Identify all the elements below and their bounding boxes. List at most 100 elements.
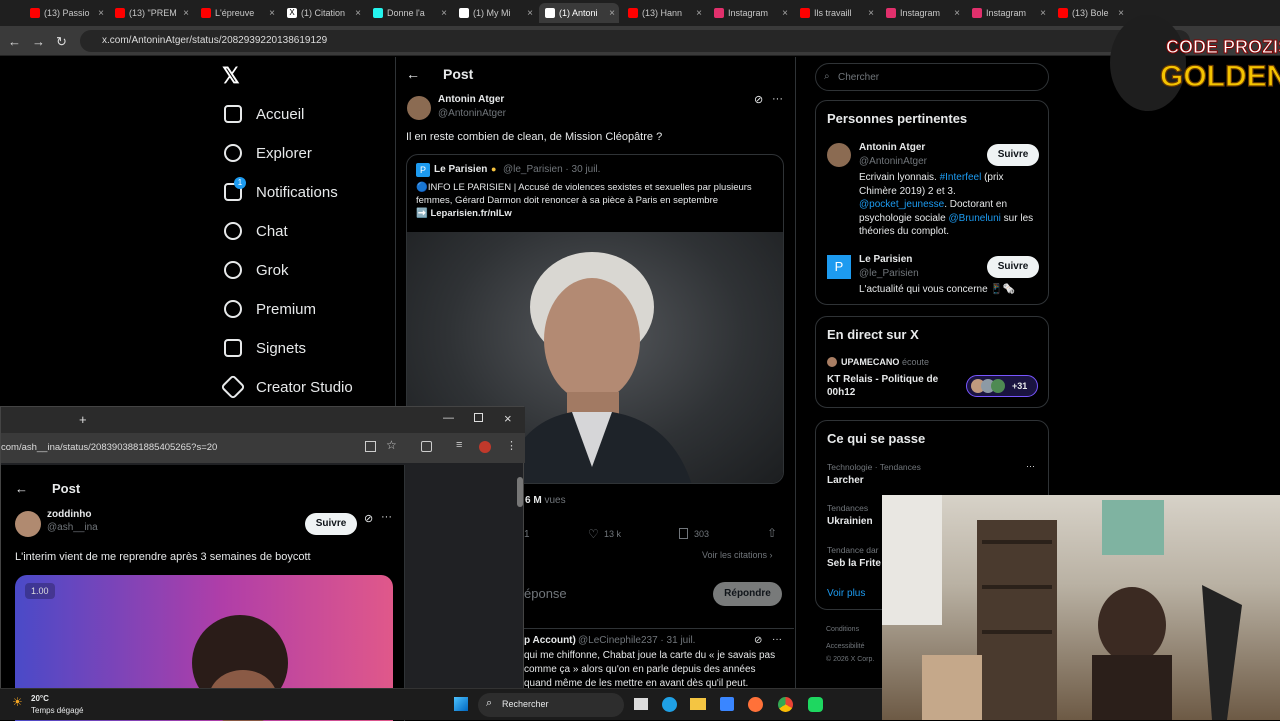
close-tab-icon[interactable]: ×: [696, 8, 702, 19]
trend-name[interactable]: Larcher: [827, 475, 864, 486]
close-tab-icon[interactable]: ×: [527, 8, 533, 19]
trend-name[interactable]: Ukrainien: [827, 516, 873, 527]
grok-icon[interactable]: ⊘: [754, 93, 763, 106]
back-icon[interactable]: ←: [8, 34, 21, 49]
trend-name[interactable]: Seb la Frite: [827, 558, 881, 569]
person-handle[interactable]: @AntoninAtger: [859, 156, 927, 167]
more-icon[interactable]: ···: [772, 93, 783, 105]
person-handle[interactable]: @le_Parisien: [859, 268, 919, 279]
windows-start-icon[interactable]: [454, 697, 468, 711]
browser-tab[interactable]: (13) "PREM ×: [109, 3, 193, 23]
reply-input[interactable]: éponse: [524, 586, 567, 601]
grok-icon[interactable]: ⊘: [364, 512, 373, 525]
back-arrow-icon[interactable]: ←: [406, 66, 420, 82]
close-tab-icon[interactable]: ×: [1040, 8, 1046, 19]
profile-icon[interactable]: [479, 441, 491, 453]
browser-tab-active[interactable]: (1) Antoni ×: [539, 3, 619, 23]
bookmark-count[interactable]: 303: [694, 529, 709, 539]
author-name[interactable]: Antonin Atger: [438, 94, 504, 105]
chrome-icon[interactable]: [778, 697, 793, 712]
like-count[interactable]: 13 k: [604, 529, 621, 539]
person-name[interactable]: Antonin Atger: [859, 142, 925, 153]
live-title[interactable]: KT Relais - Politique de 00h12: [827, 373, 952, 399]
live-listeners[interactable]: +31: [966, 375, 1038, 397]
bookmark-icon[interactable]: [679, 528, 688, 539]
browser-tab[interactable]: Instagram ×: [708, 3, 792, 23]
nav-chat[interactable]: Chat: [224, 222, 288, 240]
see-quotes-link[interactable]: Voir les citations ›: [702, 550, 773, 560]
store-icon[interactable]: [720, 697, 734, 711]
file-explorer-icon[interactable]: [690, 698, 706, 710]
avatar[interactable]: [15, 511, 41, 537]
browser-tab[interactable]: Donne l'a ×: [367, 3, 451, 23]
menu-icon[interactable]: ⋮: [506, 439, 517, 452]
url-field[interactable]: x.com/AntoninAtger/status/20829392201386…: [80, 30, 1190, 52]
grok-icon[interactable]: ⊘: [754, 635, 762, 646]
close-tab-icon[interactable]: ×: [868, 8, 874, 19]
close-icon[interactable]: ×: [504, 411, 512, 426]
avatar[interactable]: [827, 143, 851, 167]
nav-creator-studio[interactable]: Creator Studio: [220, 374, 353, 400]
weather-icon[interactable]: ☀: [12, 695, 23, 709]
browser-tab[interactable]: Ils travaill ×: [794, 3, 878, 23]
install-icon[interactable]: [365, 441, 376, 452]
app-icon[interactable]: [808, 697, 823, 712]
more-icon[interactable]: ···: [381, 511, 392, 523]
follow-button[interactable]: Suivre: [305, 513, 357, 535]
browser-tab[interactable]: L'épreuve ×: [195, 3, 279, 23]
browser-tab[interactable]: (13) Passio ×: [24, 3, 108, 23]
weather-status[interactable]: Temps dégagé: [31, 706, 83, 715]
live-host[interactable]: UPAMECANO: [841, 357, 899, 367]
taskbar-search[interactable]: ⌕ Rechercher: [478, 693, 624, 717]
reply-count[interactable]: 1: [524, 529, 530, 540]
extensions-icon[interactable]: [421, 441, 432, 452]
x-logo-icon[interactable]: 𝕏: [222, 63, 240, 89]
close-tab-icon[interactable]: ×: [269, 8, 275, 19]
reload-icon[interactable]: ↻: [56, 34, 67, 50]
browser-tab[interactable]: (1) My Mi ×: [453, 3, 537, 23]
scrollbar[interactable]: [517, 477, 523, 507]
more-icon[interactable]: ···: [772, 634, 782, 645]
firefox-icon[interactable]: [748, 697, 763, 712]
reply-author-handle[interactable]: @LeCinephile237 · 31 juil.: [578, 635, 695, 646]
media-icon[interactable]: ≡: [456, 439, 462, 451]
like-icon[interactable]: ♡: [588, 527, 599, 541]
footer-link[interactable]: Accessibilité: [826, 643, 865, 650]
follow-button[interactable]: Suivre: [987, 144, 1039, 166]
browser-tab[interactable]: (13) Hann ×: [622, 3, 706, 23]
footer-link[interactable]: Conditions: [826, 626, 859, 633]
close-tab-icon[interactable]: ×: [98, 8, 104, 19]
nav-home[interactable]: Accueil: [224, 105, 304, 123]
reply-button[interactable]: Répondre: [713, 582, 782, 606]
quote-link[interactable]: ➡️ Leparisien.fr/nILw: [416, 208, 512, 219]
le-parisien-logo[interactable]: P: [827, 255, 851, 279]
star-icon[interactable]: ☆: [386, 438, 397, 452]
close-tab-icon[interactable]: ×: [609, 8, 615, 19]
person-name[interactable]: Le Parisien: [859, 254, 912, 265]
browser-tab[interactable]: X (1) Citation ×: [281, 3, 365, 23]
follow-button[interactable]: Suivre: [987, 256, 1039, 278]
browser-tab[interactable]: Instagram ×: [966, 3, 1050, 23]
close-tab-icon[interactable]: ×: [355, 8, 361, 19]
nav-explore[interactable]: Explorer: [224, 144, 312, 162]
close-tab-icon[interactable]: ×: [954, 8, 960, 19]
minimize-icon[interactable]: —: [443, 412, 454, 424]
task-view-icon[interactable]: [634, 698, 648, 710]
temperature[interactable]: 20°C: [31, 694, 49, 703]
maximize-icon[interactable]: [474, 413, 483, 422]
nav-bookmarks[interactable]: Signets: [224, 339, 306, 357]
browser-tab[interactable]: Instagram ×: [880, 3, 964, 23]
see-more-link[interactable]: Voir plus: [827, 588, 865, 599]
reply-author-name[interactable]: p Account): [524, 635, 576, 646]
nav-grok[interactable]: Grok: [224, 261, 289, 279]
more-icon[interactable]: ···: [1026, 461, 1035, 471]
close-tab-icon[interactable]: ×: [782, 8, 788, 19]
close-tab-icon[interactable]: ×: [441, 8, 447, 19]
author-name[interactable]: zoddinho: [47, 509, 91, 520]
author-handle[interactable]: @AntoninAtger: [438, 108, 506, 119]
url-field[interactable]: com/ash__ina/status/2083903881885405265?…: [1, 442, 217, 453]
avatar[interactable]: [407, 96, 431, 120]
search-input[interactable]: ⌕ Chercher: [815, 63, 1049, 91]
nav-premium[interactable]: Premium: [224, 300, 316, 318]
close-tab-icon[interactable]: ×: [183, 8, 189, 19]
